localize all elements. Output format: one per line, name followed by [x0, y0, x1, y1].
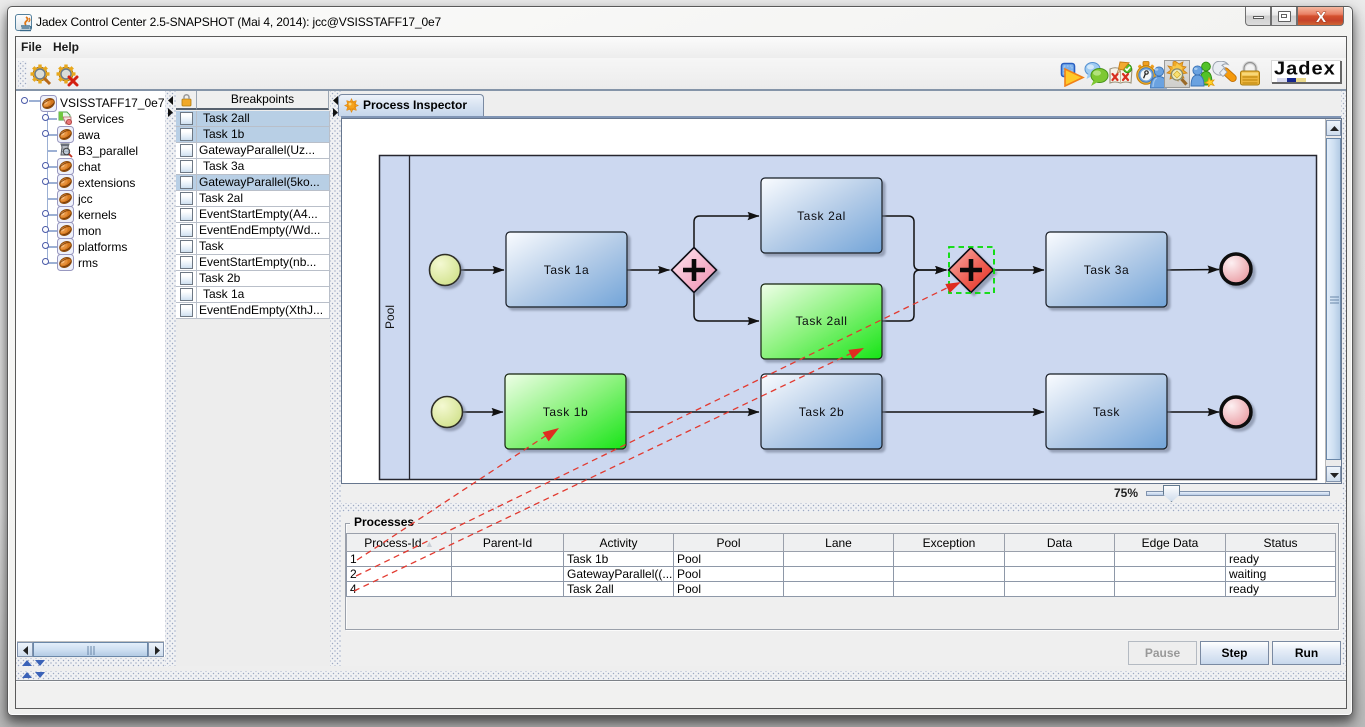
svg-text:Task 3a: Task 3a [1084, 263, 1130, 277]
svg-text:Task 2b: Task 2b [799, 405, 845, 419]
svg-text:Task: Task [1093, 405, 1120, 419]
svg-text:Task 2all: Task 2all [795, 314, 847, 328]
svg-text:Task 2al: Task 2al [797, 209, 846, 223]
svg-text:X: X [1316, 9, 1326, 26]
svg-text:Task 1b: Task 1b [543, 405, 589, 419]
svg-text:Task 1a: Task 1a [544, 263, 590, 277]
svg-text:Pool: Pool [383, 305, 397, 329]
